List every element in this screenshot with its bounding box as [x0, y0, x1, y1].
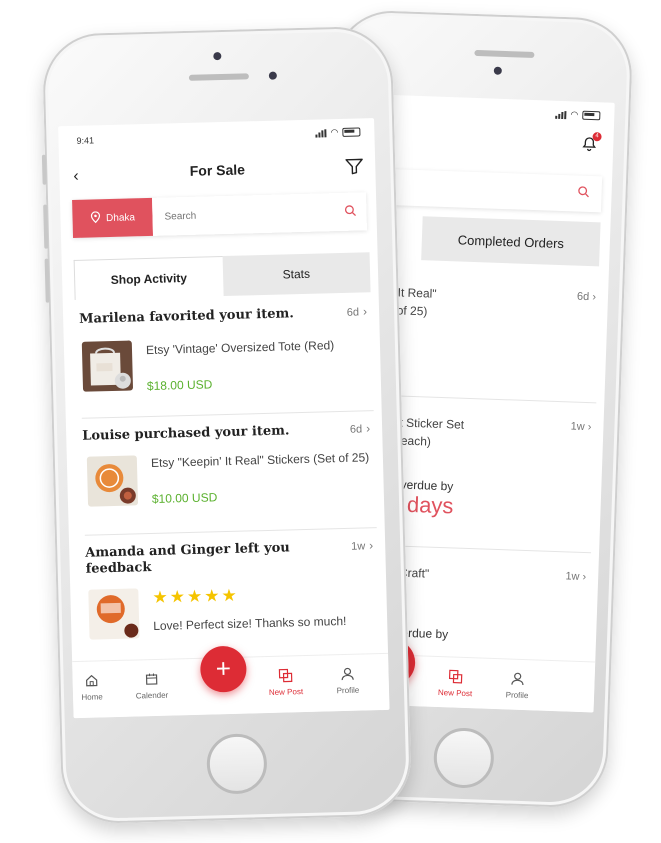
chevron-right-icon: ›	[592, 291, 597, 304]
front-screen: 9:41 ◠ ‹ For Sale Dhaka Search Shop Acti…	[58, 118, 390, 719]
home-button	[206, 733, 268, 795]
profile-icon	[490, 671, 545, 689]
order-age: 6d ›	[576, 290, 597, 304]
search-bar[interactable]: ch	[379, 168, 603, 213]
status-bar: 9:41 ◠	[58, 118, 375, 152]
volume-down-button	[44, 258, 50, 303]
search-input[interactable]	[162, 205, 345, 224]
add-post-button[interactable]: +	[199, 645, 247, 693]
sensor	[213, 52, 222, 61]
activity-tabs: Shop Activity Stats	[73, 252, 371, 300]
calendar-icon	[124, 671, 178, 688]
tab-bar: Home Calender + New Post Profile	[72, 645, 390, 719]
item-thumbnail	[86, 455, 139, 507]
notification-badge: 4	[592, 132, 602, 142]
item-title: Etsy 'Vintage' Oversized Tote (Red)	[145, 338, 335, 358]
search-icon[interactable]	[344, 204, 356, 219]
home-icon	[64, 673, 118, 690]
chevron-right-icon: ›	[587, 421, 592, 434]
new-post-icon	[428, 669, 483, 687]
activity-age: 1w ›	[351, 538, 374, 553]
tab-profile[interactable]: Profile	[320, 666, 375, 695]
chevron-right-icon: ›	[582, 570, 587, 584]
activity-heading: Amanda and Ginger left you feedback	[85, 540, 290, 577]
location-pin-icon	[90, 210, 100, 226]
activity-age: 6d ›	[346, 304, 368, 319]
search-field[interactable]	[152, 192, 367, 236]
status-icons: ◠	[315, 126, 361, 138]
list-item[interactable]: Louise purchased your item. 6d › Etsy "Ke…	[81, 411, 377, 536]
location-label: Dhaka	[105, 211, 136, 224]
chevron-right-icon: ›	[362, 304, 368, 319]
order-tabs: Completed Orders	[377, 214, 601, 267]
front-camera	[493, 66, 502, 75]
activity-list: Marilena favorited your item. 6d › Etsy '…	[78, 296, 380, 656]
activity-age: 6d ›	[349, 421, 371, 436]
activity-heading: Marilena favorited your item.	[78, 306, 294, 327]
item-price: $18.00 USD	[146, 377, 213, 394]
page-title: For Sale	[189, 161, 246, 179]
speaker	[474, 49, 535, 58]
status-bar: ◠	[382, 95, 615, 129]
location-selector[interactable]: Dhaka	[72, 197, 154, 238]
front-camera	[268, 71, 277, 80]
filter-icon[interactable]	[345, 158, 364, 179]
order-age: 1w ›	[565, 570, 587, 584]
volume-up-button	[43, 204, 49, 249]
search-row: Dhaka	[72, 192, 367, 238]
tab-new-post[interactable]: New Post	[428, 669, 483, 699]
list-item[interactable]: Amanda and Ginger left you feedback 1w › …	[85, 528, 380, 656]
tab-completed-orders[interactable]: Completed Orders	[421, 216, 601, 267]
tab-new-post[interactable]: New Post	[258, 668, 313, 697]
tab-home[interactable]: Home	[64, 673, 119, 702]
speaker	[188, 73, 249, 81]
home-button	[432, 726, 495, 789]
chevron-right-icon: ›	[369, 538, 374, 553]
new-post-icon	[258, 668, 312, 685]
item-thumbnail	[88, 588, 140, 640]
order-item[interactable]: pin' It Real" Set of 25) 6d ›	[372, 274, 601, 404]
item-price: $10.00 USD	[151, 490, 218, 506]
page-header: ‹ For Sale	[59, 148, 376, 192]
tab-stats[interactable]: Stats	[222, 252, 371, 297]
chevron-right-icon: ›	[365, 421, 371, 436]
profile-icon	[320, 666, 374, 683]
search-icon[interactable]	[577, 186, 590, 201]
feedback-comment: Love! Perfect size! Thanks so much!	[153, 613, 347, 633]
order-age: 1w ›	[570, 420, 592, 434]
tab-profile[interactable]: Profile	[490, 671, 545, 701]
tab-calendar[interactable]: Calender	[124, 671, 179, 700]
item-thumbnail	[81, 340, 134, 392]
front-phone: 9:41 ◠ ‹ For Sale Dhaka Search Shop Acti…	[41, 25, 413, 825]
status-time: 9:41	[76, 135, 95, 146]
status-icons: ◠	[555, 109, 601, 122]
tab-shop-activity[interactable]: Shop Activity	[73, 256, 224, 300]
rating-stars: ★★★★★	[152, 585, 239, 608]
mute-switch	[41, 154, 47, 185]
list-item[interactable]: Marilena favorited your item. 6d › Etsy '…	[78, 296, 374, 419]
item-title: Etsy "Keepin' It Real" Stickers (Set of …	[150, 450, 370, 471]
